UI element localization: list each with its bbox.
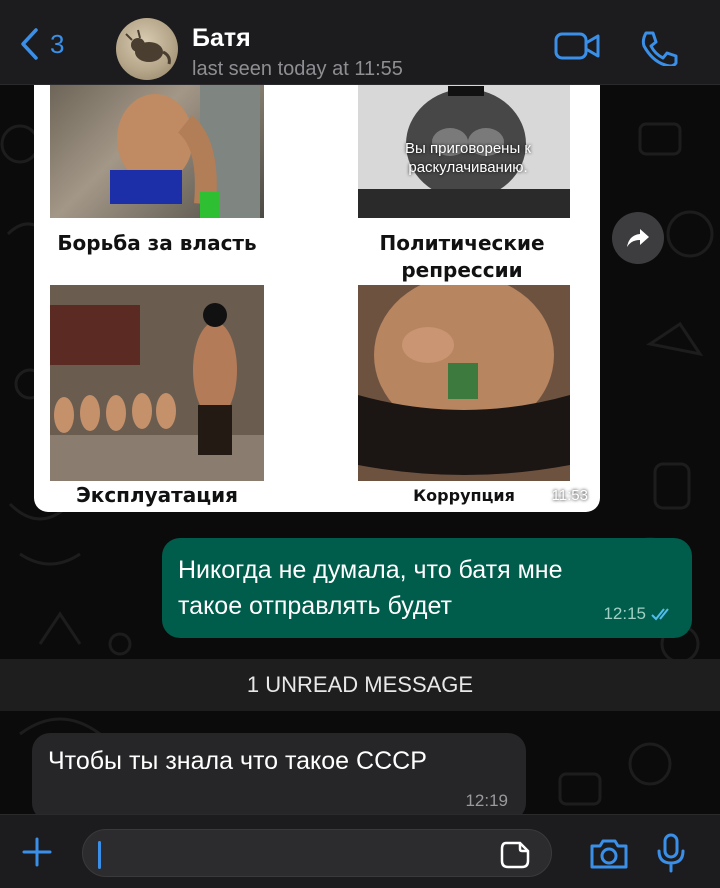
meme-photo-4 <box>358 285 570 481</box>
unread-chats-count: 3 <box>50 28 65 59</box>
incoming-message-time: 12:19 <box>465 791 508 810</box>
last-seen-status: last seen today at 11:55 <box>192 58 403 80</box>
voice-message-button[interactable] <box>656 833 686 878</box>
meme-photo-3 <box>50 285 264 481</box>
meme-photo-1 <box>50 84 264 218</box>
avatar[interactable] <box>116 18 178 80</box>
camera-button[interactable] <box>588 837 630 876</box>
incoming-message-text: Чтобы ты знала что такое СССР <box>48 747 427 775</box>
unread-messages-banner: 1 UNREAD MESSAGE <box>0 659 720 711</box>
forward-button[interactable] <box>612 212 664 264</box>
double-check-icon <box>651 608 669 621</box>
video-camera-icon <box>554 32 600 60</box>
back-button[interactable]: 3 <box>18 24 88 64</box>
outgoing-message-time: 12:15 <box>603 604 646 623</box>
microphone-icon <box>657 833 685 873</box>
caption-corruption: Коррупция <box>413 486 515 505</box>
phone-icon <box>641 31 678 66</box>
text-cursor <box>98 841 101 869</box>
voice-call-button[interactable] <box>638 30 678 66</box>
message-composer <box>0 814 720 888</box>
chat-header: 3 Батя last seen today at 11:55 <box>0 0 720 85</box>
contact-name[interactable]: Батя <box>192 24 251 53</box>
forward-arrow-icon <box>627 229 649 247</box>
photo-overlay-text: Вы приговорены к раскулачиванию. <box>405 140 531 176</box>
outgoing-message-text: Никогда не думала, что батя мне такое от… <box>178 556 563 620</box>
incoming-message[interactable]: Чтобы ты знала что такое СССР 12:19 <box>32 733 526 821</box>
sticker-icon <box>500 841 530 869</box>
sticker-button[interactable] <box>500 841 530 874</box>
outgoing-message[interactable]: Никогда не думала, что батя мне такое от… <box>162 538 692 638</box>
plus-icon <box>22 837 52 867</box>
video-call-button[interactable] <box>554 30 602 62</box>
camera-icon <box>590 839 628 869</box>
image-message[interactable]: Вы приговорены к раскулачиванию. Борьба … <box>34 84 600 512</box>
caption-exploitation: Эксплуатация <box>76 483 238 507</box>
attach-button[interactable] <box>20 835 54 874</box>
caption-power-struggle: Борьба за власть <box>57 231 257 255</box>
caption-political-repressions: Политические репрессии <box>379 231 545 282</box>
message-input[interactable] <box>82 829 552 877</box>
outgoing-message-meta: 12:15 <box>603 604 676 624</box>
image-message-time: 11:53 <box>551 487 588 504</box>
chevron-left-icon <box>21 28 38 60</box>
